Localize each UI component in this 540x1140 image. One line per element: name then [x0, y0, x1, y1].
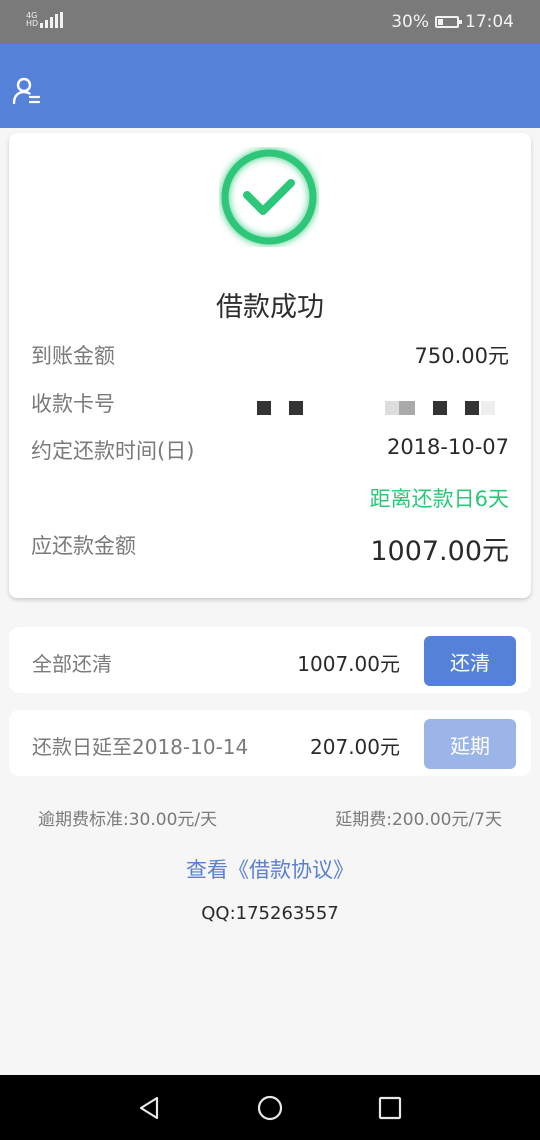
- check-circle-icon: [221, 149, 317, 245]
- clock: 17:04: [465, 12, 514, 32]
- battery-icon: [435, 16, 462, 28]
- repayment-date-value: 2018-10-07: [386, 435, 509, 459]
- battery-fill: [438, 19, 443, 25]
- repay-all-button[interactable]: 还清: [424, 636, 516, 686]
- loan-result-card: 借款成功 到账金额 750.00元 收款卡号 约定还款时间(日) 2018-10…: [9, 133, 531, 598]
- user-list-icon[interactable]: [12, 76, 42, 106]
- extend-label: 还款日延至2018-10-14: [32, 735, 249, 759]
- received-amount-label: 到账金额: [31, 344, 115, 368]
- repayment-date-label: 约定还款时间(日): [31, 439, 195, 463]
- loan-agreement-link[interactable]: 查看《借款协议》: [0, 854, 540, 884]
- option-extend: 还款日延至2018-10-14 207.00元 延期: [9, 710, 531, 776]
- status-bar: 4G HD 30% 17:04: [0, 0, 540, 44]
- network-type: 4G HD: [26, 12, 38, 28]
- system-nav-bar: [0, 1075, 540, 1140]
- extend-amount: 207.00元: [310, 735, 400, 759]
- battery-percent: 30%: [391, 12, 429, 32]
- full-repay-label: 全部还清: [32, 652, 112, 676]
- due-amount-value: 1007.00元: [370, 536, 509, 567]
- received-amount-value: 750.00元: [414, 344, 509, 368]
- full-repay-amount: 1007.00元: [297, 652, 400, 676]
- qq-contact: QQ:175263557: [201, 903, 339, 924]
- option-full-repay: 全部还清 1007.00元 还清: [9, 627, 531, 693]
- card-number-label: 收款卡号: [31, 392, 115, 416]
- home-icon[interactable]: [255, 1093, 285, 1123]
- due-amount-label: 应还款金额: [31, 534, 136, 558]
- signal-indicator: 4G HD: [26, 12, 64, 28]
- signal-bars-icon: [40, 12, 64, 28]
- extend-button[interactable]: 延期: [424, 719, 516, 769]
- status-right: 30% 17:04: [391, 12, 514, 32]
- network-sub-label: HD: [26, 19, 39, 28]
- countdown-text: 距离还款日6天: [369, 487, 509, 511]
- back-icon[interactable]: [135, 1093, 165, 1123]
- success-title: 借款成功: [216, 292, 324, 323]
- recent-apps-icon[interactable]: [375, 1093, 405, 1123]
- app-header: [0, 44, 540, 128]
- overdue-fee: 逾期费标准:30.00元/天: [38, 810, 218, 830]
- extension-fee: 延期费:200.00元/7天: [335, 810, 502, 830]
